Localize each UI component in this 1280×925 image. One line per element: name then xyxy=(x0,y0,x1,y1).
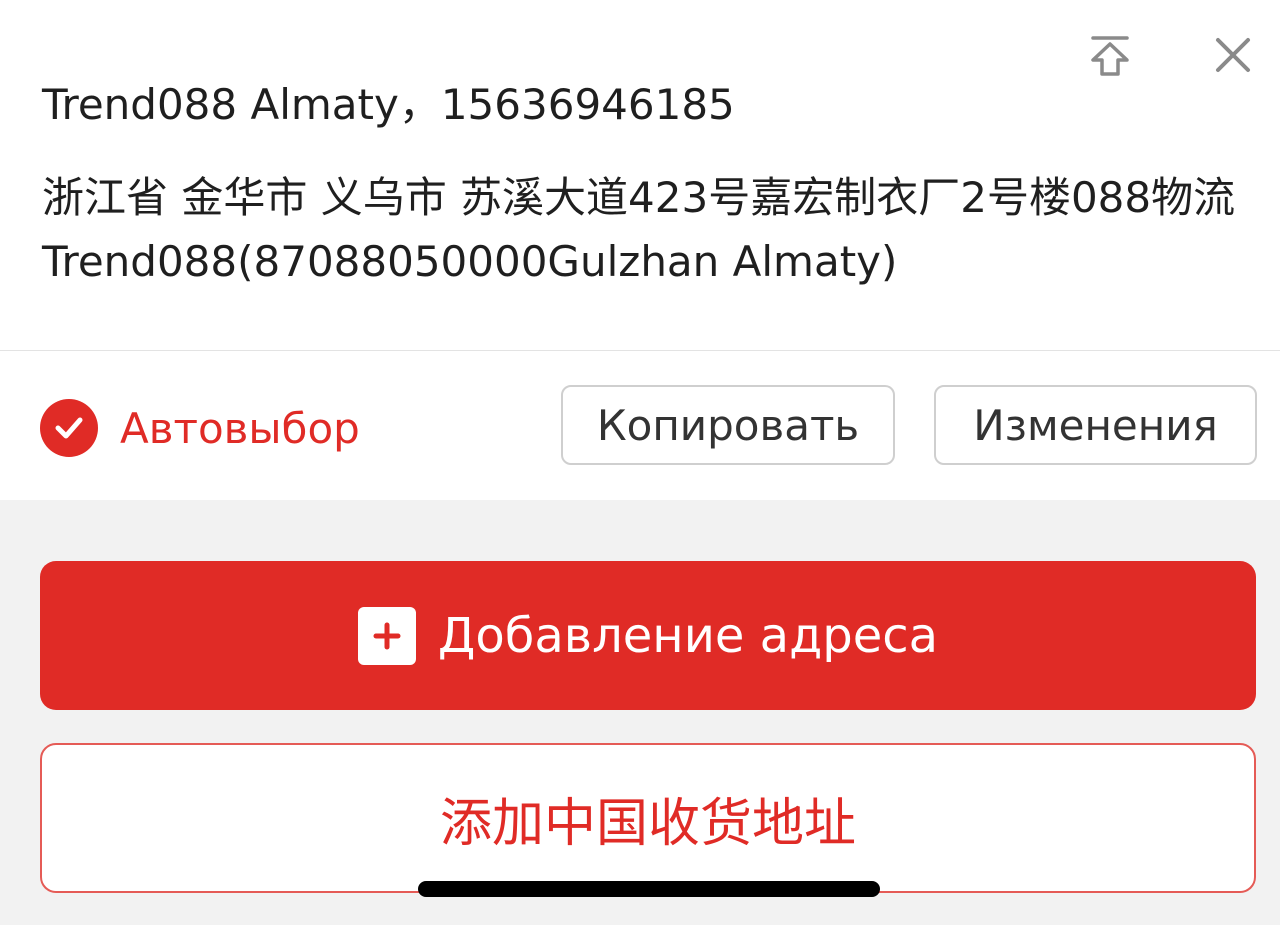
checkmark-icon xyxy=(40,399,98,457)
home-indicator xyxy=(418,881,880,897)
copy-button[interactable]: Копировать xyxy=(561,385,895,465)
recipient-address: 浙江省 金华市 义乌市 苏溪大道423号嘉宏制衣厂2号楼088物流Trend08… xyxy=(42,173,1236,286)
add-china-address-button[interactable]: 添加中国收货地址 xyxy=(40,743,1256,893)
pin-to-top-icon[interactable] xyxy=(1085,30,1135,80)
divider xyxy=(0,350,1280,351)
address-card: Trend088 Almaty，15636946185 浙江省 金华市 义乌市 … xyxy=(0,0,1280,500)
close-icon[interactable] xyxy=(1208,30,1258,80)
add-address-label: Добавление адреса xyxy=(437,607,939,664)
plus-icon xyxy=(357,606,416,665)
recipient-name-phone: Trend088 Almaty，15636946185 xyxy=(42,80,735,129)
edit-button[interactable]: Изменения xyxy=(934,385,1257,465)
auto-select-toggle[interactable]: Автовыбор xyxy=(40,398,360,458)
auto-select-label: Автовыбор xyxy=(120,403,360,453)
add-address-button[interactable]: Добавление адреса xyxy=(40,561,1256,710)
